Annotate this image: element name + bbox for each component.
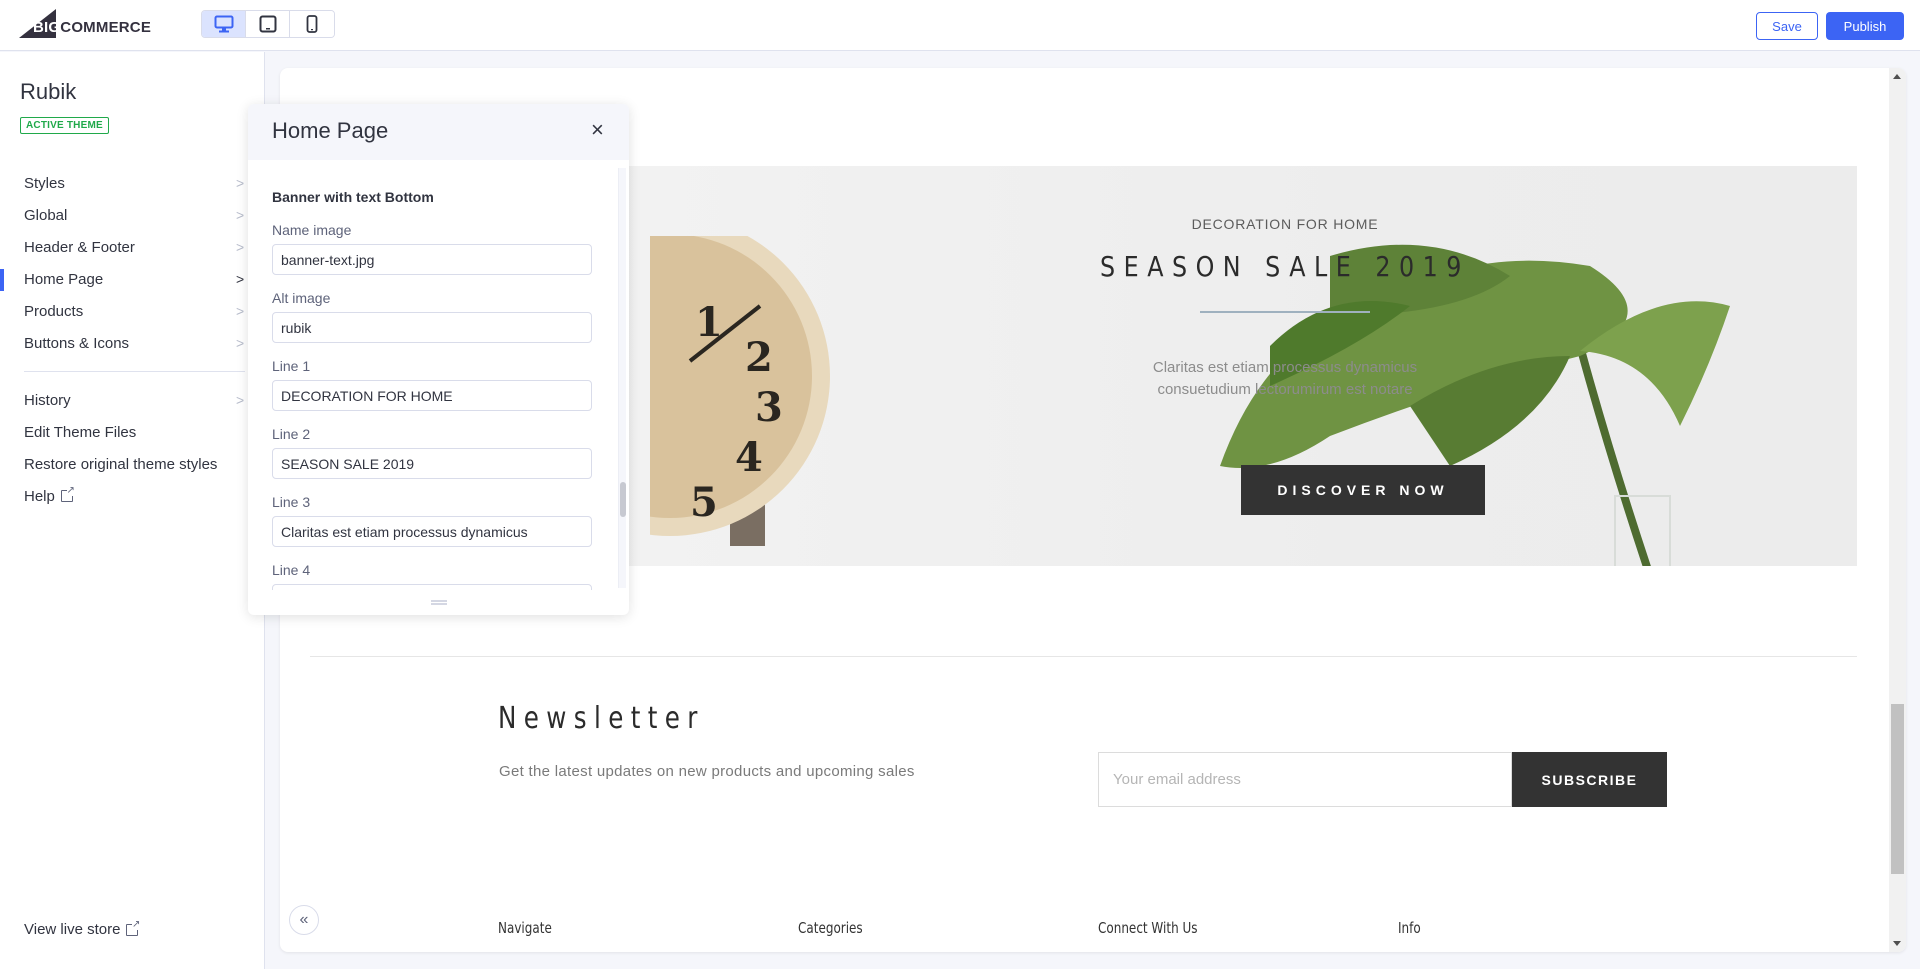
desktop-icon: [214, 15, 233, 33]
external-link-icon: [126, 919, 140, 936]
panel-scrollbar-thumb[interactable]: [620, 482, 626, 517]
svg-text:3: 3: [755, 384, 783, 431]
sidebar-item-buttons-icons[interactable]: Buttons & Icons >: [0, 327, 265, 359]
chevron-right-icon: >: [236, 175, 245, 191]
sidebar-item-label: History: [24, 391, 71, 409]
chevron-right-icon: >: [236, 335, 245, 351]
sidebar-divider: [24, 371, 245, 372]
field-label-line-2: Line 2: [272, 426, 311, 442]
tablet-view-button[interactable]: [246, 11, 290, 37]
chevron-right-icon: >: [236, 239, 245, 255]
newsletter-title: Newsletter: [498, 701, 705, 736]
line-1-input[interactable]: [272, 380, 592, 411]
name-image-input[interactable]: [272, 244, 592, 275]
tablet-icon: [259, 15, 276, 33]
banner-text-block: DECORATION FOR HOME SEASON SALE 2019 Cla…: [1050, 216, 1520, 401]
theme-sidebar: Rubik ACTIVE THEME Styles > Global > Hea…: [0, 52, 265, 969]
alt-image-input[interactable]: [272, 312, 592, 343]
panel-resize-handle[interactable]: [248, 590, 629, 615]
panel-body: Banner with text Bottom Name image Alt i…: [248, 160, 618, 590]
sidebar-item-label: Restore original theme styles: [24, 455, 218, 473]
home-page-panel: Home Page × Banner with text Bottom Name…: [248, 104, 629, 615]
chevron-right-icon: >: [236, 303, 245, 319]
preview-scrollbar[interactable]: [1889, 68, 1906, 952]
footer-heading-info: Info: [1398, 919, 1421, 937]
banner-line-2: SEASON SALE 2019: [1100, 250, 1470, 283]
banner-line-3: Claritas est etiam processus dynamicus c…: [1050, 357, 1520, 401]
save-button[interactable]: Save: [1756, 12, 1818, 40]
svg-text:5: 5: [690, 479, 718, 526]
newsletter-subtitle: Get the latest updates on new products a…: [499, 763, 915, 780]
discover-now-button[interactable]: DISCOVER NOW: [1241, 465, 1485, 515]
banner-line-1: DECORATION FOR HOME: [1191, 216, 1379, 232]
bigcommerce-logo: BIGCOMMERCE: [19, 9, 152, 39]
banner-section: 1 2 3 4 5 DECORATION FOR HOME SEASON SAL…: [610, 166, 1857, 566]
desktop-view-button[interactable]: [202, 11, 246, 37]
sidebar-item-label: Home Page: [24, 270, 104, 288]
svg-text:2: 2: [745, 334, 773, 381]
banner-line-3b: consuetudium lectorumirum est notare: [1157, 381, 1413, 398]
publish-button[interactable]: Publish: [1826, 12, 1904, 40]
sidebar-item-styles[interactable]: Styles >: [0, 167, 265, 199]
external-link-icon: [60, 485, 75, 502]
clock-image: 1 2 3 4 5: [650, 236, 830, 546]
scroll-up-icon[interactable]: [1893, 74, 1901, 79]
collapse-sidebar-button[interactable]: «: [289, 905, 319, 935]
newsletter-email-input[interactable]: [1098, 752, 1512, 807]
sidebar-item-label: Buttons & Icons: [24, 334, 130, 352]
banner-line-3a: Claritas est etiam processus dynamicus: [1152, 359, 1418, 376]
sidebar-item-history[interactable]: History >: [0, 384, 265, 416]
panel-header: Home Page ×: [248, 104, 629, 160]
preview-scrollbar-thumb[interactable]: [1891, 704, 1904, 874]
chevron-right-icon: >: [236, 271, 245, 287]
view-live-store-link[interactable]: View live store: [24, 919, 140, 939]
chevron-right-icon: >: [236, 392, 245, 408]
view-live-store-label: View live store: [24, 921, 121, 938]
field-label-line-1: Line 1: [272, 358, 311, 374]
footer-heading-navigate: Navigate: [498, 919, 552, 937]
top-bar: BIGCOMMERCE Save Publish: [0, 0, 1920, 51]
sidebar-item-edit-theme-files[interactable]: Edit Theme Files: [0, 416, 265, 448]
panel-scrollbar[interactable]: [618, 168, 626, 588]
scroll-down-icon[interactable]: [1893, 941, 1901, 946]
sidebar-item-label: Styles: [24, 174, 65, 192]
footer-heading-categories: Categories: [798, 919, 863, 937]
theme-name: Rubik: [20, 79, 77, 104]
mobile-view-button[interactable]: [290, 11, 334, 37]
section-divider: [310, 656, 1857, 657]
sidebar-item-products[interactable]: Products >: [0, 295, 265, 327]
line-2-input[interactable]: [272, 448, 592, 479]
sidebar-item-help[interactable]: Help: [0, 480, 265, 512]
chevron-right-icon: >: [236, 207, 245, 223]
banner-divider: [1200, 311, 1370, 313]
device-toggle-group: [201, 10, 335, 38]
section-title: Banner with text Bottom: [272, 189, 434, 205]
active-theme-badge: ACTIVE THEME: [20, 117, 109, 134]
sidebar-item-label: Products: [24, 302, 84, 320]
footer-heading-connect: Connect With Us: [1098, 919, 1198, 937]
sidebar-item-label: Edit Theme Files: [24, 423, 137, 441]
sidebar-item-label: Help: [24, 487, 55, 505]
field-label-line-4: Line 4: [272, 562, 311, 578]
logo-text: BIGCOMMERCE: [33, 19, 152, 36]
sidebar-item-restore-styles[interactable]: Restore original theme styles: [0, 448, 265, 480]
resize-grip-icon: [430, 600, 447, 605]
sidebar-nav: Styles > Global > Header & Footer > Home…: [0, 167, 265, 512]
panel-title: Home Page: [272, 118, 389, 143]
sidebar-item-global[interactable]: Global >: [0, 199, 265, 231]
svg-text:4: 4: [735, 434, 763, 481]
sidebar-item-header-footer[interactable]: Header & Footer >: [0, 231, 265, 263]
sidebar-item-label: Global: [24, 206, 68, 224]
line-3-input[interactable]: [272, 516, 592, 547]
mobile-icon: [306, 15, 318, 33]
double-chevron-left-icon: «: [299, 911, 309, 928]
close-icon[interactable]: ×: [591, 118, 604, 142]
field-label-name-image: Name image: [272, 222, 352, 238]
field-label-alt-image: Alt image: [272, 290, 331, 306]
sidebar-item-home-page[interactable]: Home Page >: [0, 263, 265, 295]
subscribe-button[interactable]: SUBSCRIBE: [1512, 752, 1667, 807]
field-label-line-3: Line 3: [272, 494, 311, 510]
sidebar-item-label: Header & Footer: [24, 238, 135, 256]
